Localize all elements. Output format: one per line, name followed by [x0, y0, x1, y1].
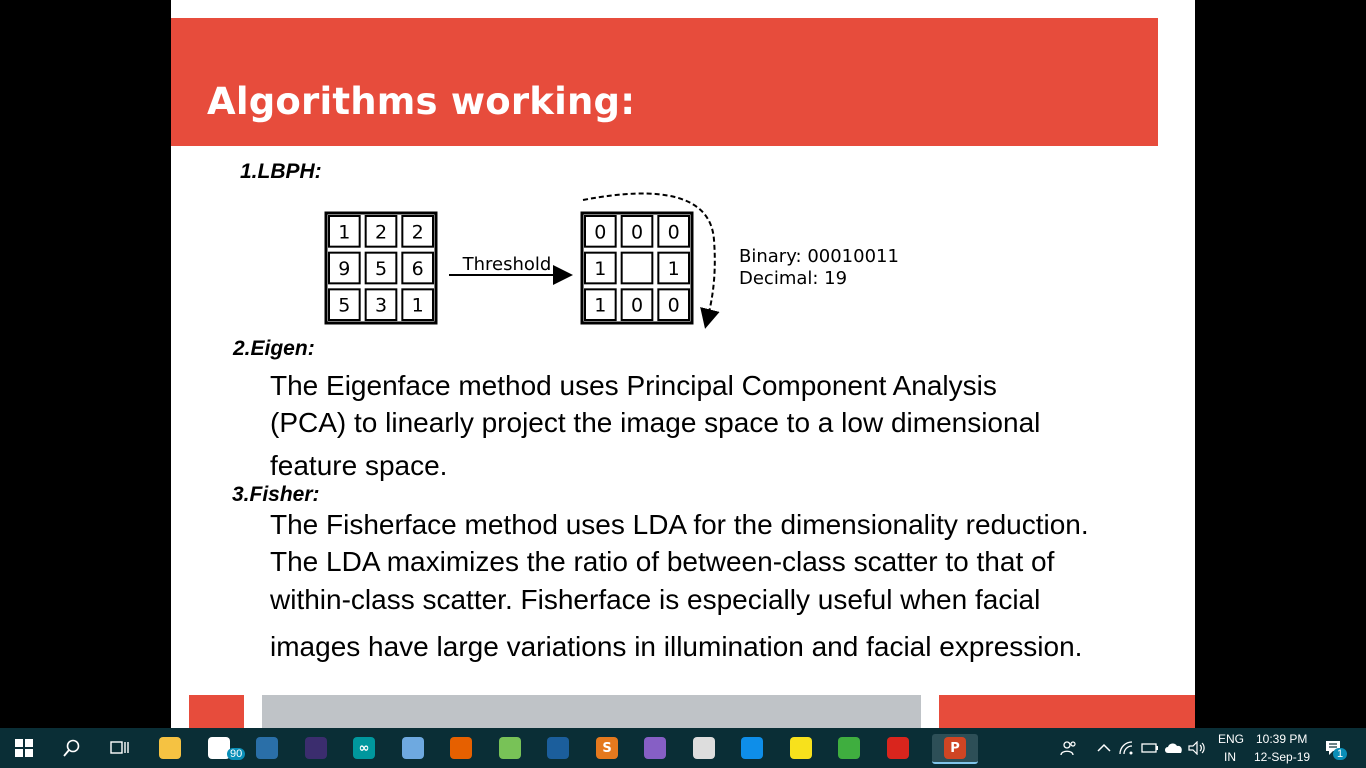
clock-time[interactable]: 10:39 PM [1256, 732, 1307, 746]
input-grid-cell-value: 1 [412, 295, 424, 317]
footer-red-right [939, 695, 1195, 728]
mail-badge: 90 [227, 748, 246, 760]
decimal-label: Decimal: 19 [739, 268, 847, 289]
binary-label: Binary: 00010011 [739, 246, 899, 267]
output-grid-cell-value: 0 [668, 221, 680, 243]
input-grid-cell-value: 6 [412, 258, 424, 280]
fisher-line-2: The LDA maximizes the ratio of between-c… [270, 546, 1055, 577]
acrobat-icon[interactable] [884, 734, 912, 762]
output-grid-cell-value: 1 [668, 258, 680, 280]
lbph-diagram: 1 2 2 9 5 6 5 3 1 Threshold 0 0 0 1 1 1 0 0 Binary: 000… [324, 192, 899, 329]
threshold-label: Threshold [462, 254, 552, 275]
output-grid-cell-value: 0 [631, 295, 643, 317]
input-grid-cell-value: 1 [338, 221, 350, 243]
fisher-line-4: images have large variations in illumina… [270, 631, 1083, 662]
eigen-line-1: The Eigenface method uses Principal Comp… [270, 370, 997, 401]
input-grid-cell-value: 5 [338, 295, 350, 317]
eclipse-icon[interactable] [302, 734, 330, 762]
fisher-line-1: The Fisherface method uses LDA for the d… [270, 509, 1089, 540]
region-indicator[interactable]: IN [1224, 750, 1236, 764]
wifi-icon[interactable] [1117, 734, 1137, 762]
file-explorer-icon[interactable] [156, 734, 184, 762]
input-grid-cell-value: 3 [375, 295, 387, 317]
powerpoint-icon[interactable]: P [932, 734, 978, 764]
teamviewer-icon[interactable] [738, 734, 766, 762]
heading-eigen: 2.Eigen: [233, 337, 315, 360]
output-grid-cell-value: 0 [594, 221, 606, 243]
footer-gray-bar [262, 695, 921, 728]
battery-icon[interactable] [1140, 734, 1160, 762]
heading-fisher: 3.Fisher: [232, 483, 320, 506]
eigen-line-2: (PCA) to linearly project the image spac… [270, 407, 1041, 438]
output-grid-cell-value: 1 [594, 258, 606, 280]
output-grid-cell [620, 251, 654, 285]
people-icon[interactable] [1055, 734, 1083, 762]
search-icon[interactable] [58, 734, 86, 762]
clock-date[interactable]: 12-Sep-19 [1254, 750, 1310, 764]
input-grid-cell-value: 2 [412, 221, 424, 243]
visual-studio-icon[interactable] [641, 734, 669, 762]
input-grid-cell-value: 9 [338, 258, 350, 280]
eigen-line-3: feature space. [270, 450, 448, 481]
mysql-workbench-icon[interactable] [253, 734, 281, 762]
heading-lbph: 1.LBPH: [240, 160, 322, 183]
input-grid-cell-value: 2 [375, 221, 387, 243]
notification-badge: 1 [1333, 748, 1348, 760]
output-grid-cell-value: 0 [668, 295, 680, 317]
output-grid-cell-value: 1 [594, 295, 606, 317]
fisher-line-3: within-class scatter. Fisherface is espe… [270, 584, 1041, 615]
sublime-text-icon[interactable]: S [593, 734, 621, 762]
sync-icon[interactable] [835, 734, 863, 762]
input-grid-cell-value: 5 [375, 258, 387, 280]
onedrive-cloud-icon[interactable] [1163, 734, 1185, 762]
android-studio-icon[interactable] [496, 734, 524, 762]
chevron-up-icon[interactable] [1090, 734, 1118, 762]
output-grid-cell-value: 0 [631, 221, 643, 243]
arduino-icon[interactable]: ∞ [350, 734, 378, 762]
firefox-icon[interactable] [447, 734, 475, 762]
volume-icon[interactable] [1186, 734, 1210, 762]
virtualbox-icon[interactable] [544, 734, 572, 762]
language-indicator[interactable]: ENG [1218, 732, 1244, 746]
media-player-icon[interactable] [690, 734, 718, 762]
footer-red-left [189, 695, 244, 728]
windows-start-icon[interactable] [10, 734, 38, 762]
task-view-icon[interactable] [106, 734, 134, 762]
sticky-notes-icon[interactable] [787, 734, 815, 762]
slide-canvas: Algorithms working: 1.LBPH: 1 2 2 9 5 6 5 3 1 Th… [171, 0, 1195, 728]
slide-title: Algorithms working: [207, 80, 636, 123]
3d-box-icon[interactable] [399, 734, 427, 762]
